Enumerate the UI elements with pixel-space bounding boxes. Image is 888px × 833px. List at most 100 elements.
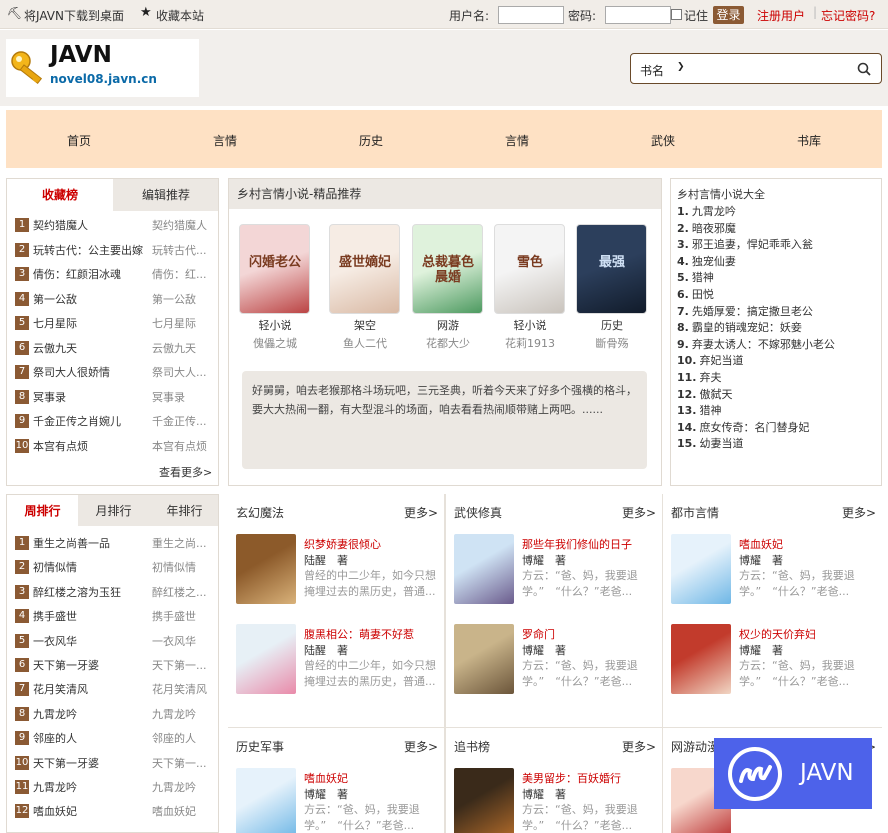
nav-item-romance-2[interactable]: 言情 [505,132,529,149]
novel-list-title[interactable]: 先婚厚爱：搞定撒旦老公 [692,305,813,318]
rank-book-alt[interactable]: 邻座的人 [152,730,196,746]
password-input[interactable] [605,6,671,24]
book-author[interactable]: 傀儡之城 [235,335,315,351]
book-cover[interactable] [671,624,731,694]
ranking-row[interactable]: 6 天下第一牙婆 天下第一... [15,657,215,677]
ranking-row[interactable]: 5 一衣风华 一衣风华 [15,633,215,653]
site-logo[interactable]: JAVN novel08.javn.cn [6,39,199,97]
book-cover[interactable] [454,768,514,833]
category-title[interactable]: 网游动漫 [671,738,719,755]
novel-list-item[interactable]: 3. 邪王追妻，悍妃乖乖入瓮 [677,236,813,252]
tab-favorites[interactable]: 收藏榜 [7,179,113,211]
novel-list-title[interactable]: 弃夫 [700,371,722,384]
novel-list-title[interactable]: 猎神 [692,271,714,284]
category-more-link[interactable]: 更多> [404,738,438,755]
ranking-row[interactable]: 6 云傲九天 云傲九天 [15,340,215,360]
novel-list-title[interactable]: 独宠仙妻 [692,255,736,268]
novel-list-item[interactable]: 9. 弃妻太诱人：不嫁邪魅小老公 [677,336,835,352]
ranking-row[interactable]: 10 本宫有点烦 本宫有点烦 [15,438,215,458]
rank-book-title[interactable]: 云傲九天 [33,342,77,355]
novel-list-item[interactable]: 14. 庶女传奇：名门替身妃 [677,419,810,435]
category-title[interactable]: 武侠修真 [454,504,502,521]
novel-list-title[interactable]: 邪王追妻，悍妃乖乖入瓮 [692,238,813,251]
novel-list-title[interactable]: 弃妃当道 [700,354,744,367]
novel-list-item[interactable]: 7. 先婚厚爱：搞定撒旦老公 [677,303,813,319]
nav-item-history[interactable]: 历史 [359,132,383,149]
category-title[interactable]: 都市言情 [671,504,719,521]
remember-checkbox[interactable] [671,9,682,20]
rank-book-title[interactable]: 醉红楼之溶为玉狂 [33,586,121,599]
register-link[interactable]: 注册用户 [757,7,805,24]
novel-list-title[interactable]: 幼妻当道 [700,437,744,450]
ranking-row[interactable]: 1 重生之尚善一品 重生之尚... [15,535,215,555]
category-more-link[interactable]: 更多> [622,738,656,755]
rank-book-title[interactable]: 本宫有点烦 [33,440,88,453]
tab-editor-picks[interactable]: 编辑推荐 [113,179,219,211]
favorite-link[interactable]: 收藏本站 [156,7,204,24]
rank-book-title[interactable]: 一衣风华 [33,635,77,648]
ranking-row[interactable]: 7 祭司大人很娇情 祭司大人... [15,364,215,384]
rank-book-alt[interactable]: 云傲九天 [152,340,196,356]
rank-book-alt[interactable]: 九霄龙吟 [152,706,196,722]
rank-book-title[interactable]: 祭司大人很娇情 [33,366,110,379]
novel-list-item[interactable]: 13. 猎神 [677,402,722,418]
novel-list-item[interactable]: 11. 弃夫 [677,369,722,385]
rank-book-title[interactable]: 重生之尚善一品 [33,537,110,550]
rank-book-alt[interactable]: 祭司大人... [152,364,207,380]
book-category[interactable]: 轻小说 [235,317,315,333]
rank-book-alt[interactable]: 嗜血妖妃 [152,803,196,819]
category-more-link[interactable]: 更多> [842,504,876,521]
novel-list-title[interactable]: 弃妻太诱人：不嫁邪魅小老公 [692,338,835,351]
ranking-row[interactable]: 2 初情似情 初情似情 [15,559,215,579]
rank-book-title[interactable]: 第一公敌 [33,293,77,306]
book-cover[interactable]: 最强 [576,224,647,314]
search-icon[interactable] [857,62,871,76]
book-cover[interactable] [454,624,514,694]
tab-weekly[interactable]: 周排行 [7,495,78,526]
novel-list-title[interactable]: 九霄龙吟 [692,205,736,218]
novel-list-title[interactable]: 傲弑天 [700,388,733,401]
rank-book-title[interactable]: 冥事录 [33,391,66,404]
ranking-row[interactable]: 8 冥事录 冥事录 [15,389,215,409]
rank-book-title[interactable]: 天下第一牙婆 [33,659,99,672]
rank-book-title[interactable]: 携手盛世 [33,610,77,623]
tab-monthly[interactable]: 月排行 [78,495,149,526]
ranking-row[interactable]: 9 千金正传之肖婉儿 千金正传... [15,413,215,433]
book-cover[interactable] [671,534,731,604]
book-cover[interactable] [236,624,296,694]
ranking-row[interactable]: 11 九霄龙吟 九霄龙吟 [15,779,215,799]
ranking-row[interactable]: 12 嗜血妖妃 嗜血妖妃 [15,803,215,823]
ranking-row[interactable]: 9 邻座的人 邻座的人 [15,730,215,750]
book-category[interactable]: 架空 [325,317,405,333]
book-cover[interactable] [236,768,296,833]
rank-book-alt[interactable]: 契约猎魔人 [152,217,207,233]
nav-item-library[interactable]: 书库 [797,132,821,149]
book-title[interactable]: 罗命门 [522,626,555,642]
rank-book-title[interactable]: 花月笑清风 [33,683,88,696]
ranking-row[interactable]: 4 第一公敌 第一公敌 [15,291,215,311]
nav-item-wuxia[interactable]: 武侠 [651,132,675,149]
book-category[interactable]: 历史 [572,317,652,333]
ranking-row[interactable]: 4 携手盛世 携手盛世 [15,608,215,628]
novel-list-item[interactable]: 15. 幼妻当道 [677,435,744,451]
rank-book-title[interactable]: 天下第一牙婆 [33,757,99,770]
book-author[interactable]: 花莉1913 [490,335,570,351]
category-title[interactable]: 历史军事 [236,738,284,755]
book-category[interactable]: 网游 [408,317,488,333]
novel-list-title[interactable]: 霸皇的销魂宠妃：妖妾 [692,321,802,334]
rank-book-title[interactable]: 邻座的人 [33,732,77,745]
rank-book-alt[interactable]: 重生之尚... [152,535,207,551]
rank-book-title[interactable]: 九霄龙吟 [33,708,77,721]
ranking-row[interactable]: 8 九霄龙吟 九霄龙吟 [15,706,215,726]
rank-book-alt[interactable]: 千金正传... [152,413,207,429]
search-type-select[interactable]: 书名 [640,62,664,79]
novel-list-item[interactable]: 8. 霸皇的销魂宠妃：妖妾 [677,319,802,335]
book-author[interactable]: 鱼人二代 [325,335,405,351]
nav-item-romance[interactable]: 言情 [213,132,237,149]
category-title[interactable]: 追书榜 [454,738,490,755]
ranking-row[interactable]: 7 花月笑清风 花月笑清风 [15,681,215,701]
rank-book-title[interactable]: 玩转古代：公主要出嫁 [33,244,143,257]
novel-list-item[interactable]: 2. 暗夜邪魔 [677,220,736,236]
rank-book-title[interactable]: 千金正传之肖婉儿 [33,415,121,428]
chevron-down-icon[interactable]: ❯ [677,62,685,72]
